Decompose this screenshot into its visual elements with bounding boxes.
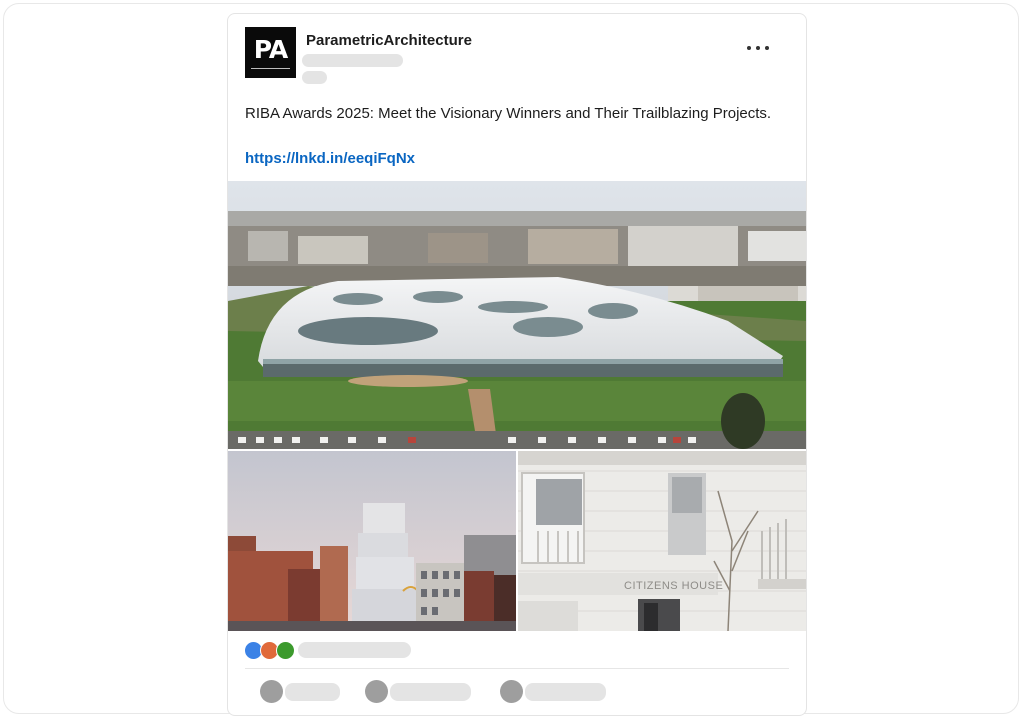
reaction-support-icon	[276, 641, 295, 660]
post-card: PA ParametricArchitecture RIBA Awards 20…	[227, 13, 807, 716]
author-subtitle-placeholder	[302, 54, 403, 67]
citizens-house-facade-photo[interactable]: CITIZENS HOUSE	[518, 451, 806, 631]
post-text: RIBA Awards 2025: Meet the Visionary Win…	[245, 105, 772, 122]
action-label-placeholder[interactable]	[525, 683, 606, 701]
stacked-box-museum-photo[interactable]	[228, 451, 516, 631]
action-icon[interactable]	[500, 680, 523, 703]
page-frame: PA ParametricArchitecture RIBA Awards 20…	[3, 3, 1019, 716]
action-label-placeholder[interactable]	[285, 683, 340, 701]
post-time-placeholder	[302, 71, 327, 84]
author-name[interactable]: ParametricArchitecture	[306, 32, 472, 49]
citizens-house-sign: CITIZENS HOUSE	[624, 580, 723, 592]
action-icon[interactable]	[365, 680, 388, 703]
action-icon[interactable]	[260, 680, 283, 703]
logo-subline	[251, 68, 290, 69]
more-options-icon[interactable]	[744, 36, 774, 60]
wave-roof-building-aerial-photo[interactable]	[228, 181, 806, 449]
logo-text: PA	[253, 35, 288, 64]
post-link[interactable]: https://lnkd.in/eeqiFqNx	[245, 150, 415, 167]
action-label-placeholder[interactable]	[390, 683, 471, 701]
actions-divider	[245, 668, 789, 669]
author-logo[interactable]: PA	[245, 27, 296, 78]
reaction-count-placeholder	[298, 642, 411, 658]
